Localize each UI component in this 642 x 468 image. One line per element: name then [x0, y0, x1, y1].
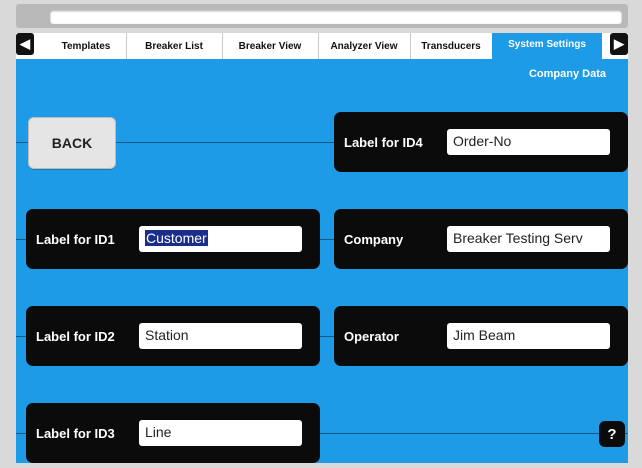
id3-label-input[interactable]: Line	[139, 420, 302, 446]
id1-label-input[interactable]: Customer	[139, 226, 302, 252]
top-status-field	[50, 10, 622, 24]
top-bar	[16, 4, 628, 28]
field-card-company: Company Breaker Testing Serv	[334, 209, 628, 269]
tab-transducers[interactable]: Transducers	[410, 33, 493, 59]
field-card-id4: Label for ID4 Order-No	[334, 112, 628, 172]
app-frame: ◀ Templates Breaker List Breaker View An…	[0, 0, 642, 468]
page-subtitle: Company Data	[528, 68, 606, 80]
field-card-id1: Label for ID1 Customer	[26, 209, 320, 269]
tab-breaker-view[interactable]: Breaker View	[222, 33, 319, 59]
id2-label-input[interactable]: Station	[139, 323, 302, 349]
id4-label-input[interactable]: Order-No	[447, 129, 610, 155]
label-operator: Operator	[344, 328, 399, 344]
label-id3: Label for ID3	[36, 425, 115, 441]
connector-line	[116, 142, 334, 143]
tab-bar: ◀ Templates Breaker List Breaker View An…	[16, 33, 628, 59]
tab-breaker-list[interactable]: Breaker List	[126, 33, 223, 59]
label-id2: Label for ID2	[36, 328, 115, 344]
tab-analyzer-view[interactable]: Analyzer View	[318, 33, 411, 59]
label-company: Company	[344, 231, 404, 247]
left-arrow-icon[interactable]: ◀	[16, 33, 34, 55]
right-arrow-icon[interactable]: ▶	[610, 33, 628, 55]
back-button[interactable]: BACK	[28, 117, 116, 169]
company-input[interactable]: Breaker Testing Serv	[447, 226, 610, 252]
field-card-id2: Label for ID2 Station	[26, 306, 320, 366]
connector-line	[16, 142, 28, 143]
tab-templates[interactable]: Templates	[46, 33, 127, 59]
tab-system-settings[interactable]: System Settings	[492, 33, 602, 59]
field-card-id3: Label for ID3 Line	[26, 403, 320, 463]
operator-input[interactable]: Jim Beam	[447, 323, 610, 349]
label-id4: Label for ID4	[344, 134, 423, 150]
field-card-operator: Operator Jim Beam	[334, 306, 628, 366]
selected-text: Customer	[145, 230, 208, 246]
help-button[interactable]: ?	[599, 421, 625, 447]
label-id1: Label for ID1	[36, 231, 115, 247]
